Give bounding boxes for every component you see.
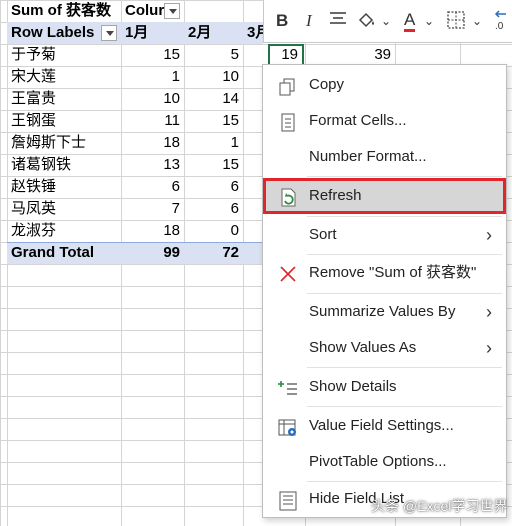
menu-item-label: Number Format... — [309, 148, 427, 165]
menu-item-label: Value Field Settings... — [309, 417, 454, 434]
bold-button[interactable]: B — [276, 10, 288, 32]
chevron-right-icon: › — [486, 225, 492, 245]
menu-item-label: Show Details — [309, 378, 397, 395]
row-labels-header[interactable]: Row Labels — [7, 22, 107, 44]
grand-total-label[interactable]: Grand Total — [7, 242, 121, 264]
menu-item-pivottable-options[interactable]: PivotTable Options... — [263, 444, 506, 480]
value-cell[interactable]: 6 — [184, 198, 243, 220]
remove-icon — [277, 263, 299, 283]
menu-item-label: PivotTable Options... — [309, 453, 447, 470]
value-cell[interactable]: 6 — [121, 176, 184, 198]
menu-item-summarize-values-by[interactable]: Summarize Values By › — [263, 294, 506, 330]
value-cell[interactable]: 14 — [184, 88, 243, 110]
show-details-icon — [277, 377, 299, 397]
column-filter-button[interactable] — [164, 3, 180, 19]
value-cell[interactable]: 7 — [121, 198, 184, 220]
chevron-right-icon: › — [486, 302, 492, 322]
row-label[interactable]: 诸葛钢铁 — [7, 154, 121, 176]
svg-text:.0: .0 — [495, 21, 504, 32]
decrease-decimal-icon[interactable]: .0 — [492, 10, 512, 32]
context-menu: Copy Format Cells... Number Format... Re… — [262, 64, 507, 518]
row-label[interactable]: 宋大莲 — [7, 66, 121, 88]
field-settings-icon — [277, 416, 299, 436]
menu-item-label: Format Cells... — [309, 112, 407, 129]
copy-icon — [277, 75, 299, 96]
watermark: 头条 @Excel学习世界 — [371, 498, 508, 514]
value-cell[interactable]: 5 — [184, 44, 243, 66]
row-label[interactable]: 龙淑芬 — [7, 220, 121, 242]
menu-item-label: Show Values As — [309, 339, 417, 356]
value-cell[interactable]: 1 — [184, 132, 243, 154]
font-color-button[interactable]: A — [404, 10, 416, 32]
borders-dropdown-icon[interactable]: ⌄ — [472, 10, 482, 32]
menu-item-label: Copy — [309, 76, 345, 93]
menu-item-sort[interactable]: Sort › — [263, 217, 506, 253]
value-cell[interactable]: 10 — [184, 66, 243, 88]
row-label[interactable]: 王富贵 — [7, 88, 121, 110]
menu-item-label: Refresh — [309, 187, 362, 204]
menu-item-label: Remove "Sum of 获客数" — [309, 264, 477, 281]
menu-separator — [307, 176, 502, 177]
align-center-icon[interactable] — [328, 10, 348, 32]
font-color-dropdown-icon[interactable]: ⌄ — [424, 10, 434, 32]
refresh-icon — [277, 186, 299, 207]
value-cell[interactable]: 15 — [121, 44, 184, 66]
menu-item-number-format[interactable]: Number Format... — [263, 139, 506, 175]
value-cell[interactable]: 39 — [305, 44, 395, 66]
row-label[interactable]: 马凤英 — [7, 198, 121, 220]
format-cells-icon — [277, 111, 299, 132]
fill-color-icon[interactable] — [356, 10, 378, 32]
borders-icon[interactable] — [446, 10, 466, 32]
column-header-2[interactable]: 2月 — [184, 22, 243, 44]
menu-item-refresh[interactable]: Refresh — [263, 178, 506, 214]
value-cell[interactable]: 6 — [184, 176, 243, 198]
menu-item-format-cells[interactable]: Format Cells... — [263, 103, 506, 139]
column-header-3[interactable]: 3月 — [243, 22, 265, 44]
grand-total-value[interactable]: 72 — [184, 242, 243, 264]
row-label[interactable]: 赵铁锤 — [7, 176, 121, 198]
row-label[interactable]: 詹姆斯下士 — [7, 132, 121, 154]
value-cell[interactable]: 19 — [268, 44, 302, 66]
value-cell[interactable]: 11 — [121, 110, 184, 132]
menu-separator — [307, 367, 502, 368]
value-cell[interactable]: 0 — [184, 220, 243, 242]
row-label[interactable]: 于予菊 — [7, 44, 121, 66]
menu-separator — [307, 406, 502, 407]
value-cell[interactable]: 18 — [121, 220, 184, 242]
menu-item-show-values-as[interactable]: Show Values As › — [263, 330, 506, 366]
fill-color-dropdown-icon[interactable]: ⌄ — [381, 10, 391, 32]
value-cell[interactable]: 1 — [121, 66, 184, 88]
field-list-icon — [277, 489, 299, 511]
menu-item-remove-field[interactable]: Remove "Sum of 获客数" — [263, 255, 506, 291]
row-filter-button[interactable] — [101, 25, 117, 41]
menu-item-label: Summarize Values By — [309, 303, 456, 320]
value-cell[interactable]: 13 — [121, 154, 184, 176]
grand-total-value[interactable]: 99 — [121, 242, 184, 264]
value-cell[interactable]: 10 — [121, 88, 184, 110]
mini-toolbar: B I ⌄ A ⌄ ⌄ .0 — [263, 0, 512, 43]
row-label[interactable]: 王钢蛋 — [7, 110, 121, 132]
column-header-1[interactable]: 1月 — [121, 22, 184, 44]
menu-item-copy[interactable]: Copy — [263, 67, 506, 103]
value-cell[interactable]: 15 — [184, 154, 243, 176]
italic-button[interactable]: I — [306, 10, 312, 32]
menu-item-value-field-settings[interactable]: Value Field Settings... — [263, 408, 506, 444]
value-cell[interactable]: 15 — [184, 110, 243, 132]
menu-item-label: Sort — [309, 226, 337, 243]
chevron-right-icon: › — [486, 338, 492, 358]
menu-item-show-details[interactable]: Show Details — [263, 369, 506, 405]
value-cell[interactable]: 18 — [121, 132, 184, 154]
